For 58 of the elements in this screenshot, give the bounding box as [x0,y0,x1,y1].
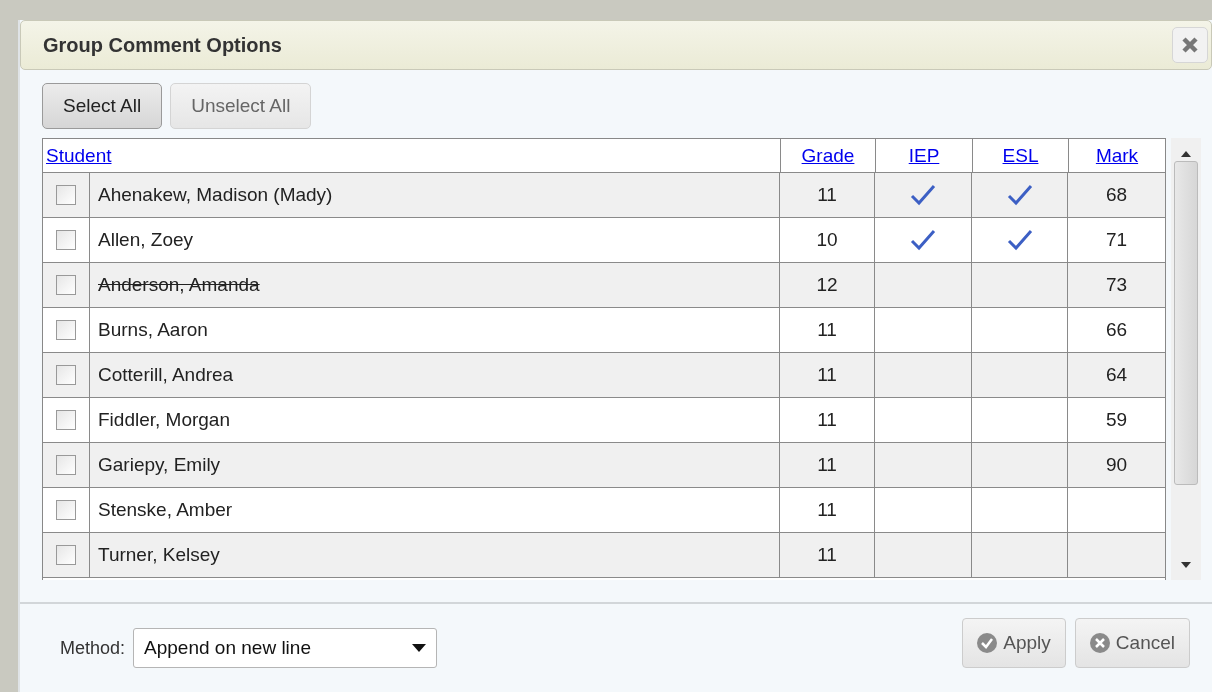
grade-text: 10 [816,229,838,251]
x-circle-icon [1089,633,1110,653]
row-checkbox[interactable] [56,185,76,205]
grade-text: 11 [817,454,837,476]
checkmark-icon [1006,184,1033,206]
column-header-link[interactable]: ESL [1002,144,1039,167]
scroll-up-icon[interactable] [1181,151,1191,157]
mark-text: 68 [1105,184,1128,206]
row-checkbox[interactable] [56,410,76,430]
mark-text: 73 [1105,274,1128,296]
row-checkbox[interactable] [56,320,76,340]
checkmark-icon [910,184,936,206]
mark-text: 64 [1105,364,1128,386]
checkmark-icon [1006,229,1033,251]
apply-button[interactable]: Apply [962,618,1066,668]
cancel-button[interactable]: Cancel [1074,618,1190,668]
student-name: Turner, Kelsey [98,544,220,566]
row-checkbox[interactable] [56,455,76,475]
grade-text: 11 [817,409,837,431]
mark-text: 71 [1105,229,1128,251]
scroll-down-icon[interactable] [1181,562,1191,568]
close-button[interactable] [1172,27,1208,63]
student-name: Allen, Zoey [98,229,194,251]
grade-text: 11 [817,184,837,206]
grade-text: 11 [817,319,837,341]
student-name: Anderson, Amanda [98,274,260,296]
row-checkbox[interactable] [56,230,76,250]
row-checkbox[interactable] [56,275,76,295]
student-name: Ahenakew, Madison (Mady) [98,184,333,206]
method-dropdown[interactable]: Append on new line [133,628,438,668]
student-name: Burns, Aaron [98,319,208,341]
student-name: Cotterill, Andrea [98,364,234,386]
row-checkbox[interactable] [56,500,76,520]
student-name: Fiddler, Morgan [98,409,230,431]
column-header-link[interactable]: Mark [1095,144,1139,167]
scrollbar[interactable] [1171,138,1201,580]
row-checkbox[interactable] [56,545,76,565]
column-header-link[interactable]: IEP [908,144,940,167]
grade-text: 12 [816,274,838,296]
scroll-thumb[interactable] [1174,161,1198,485]
column-header-link[interactable]: Student [46,144,112,167]
grade-text: 11 [817,499,837,521]
close-icon [1181,36,1199,54]
student-name: Gariepy, Emily [98,454,221,476]
row-checkbox[interactable] [56,365,76,385]
select-all-button[interactable]: Select All [42,83,163,129]
mark-text: 66 [1105,319,1128,341]
dropdown-caret-icon [412,644,427,652]
check-circle-icon [977,633,998,653]
mark-text: 59 [1105,409,1128,431]
student-name: Stenske, Amber [98,499,233,521]
checkmark-icon [910,229,936,251]
dialog-title: Group Comment Options [43,33,282,57]
column-header-link[interactable]: Grade [801,144,855,167]
mark-text: 90 [1105,454,1128,476]
grade-text: 11 [817,544,837,566]
grade-text: 11 [817,364,837,386]
method-label: Method: [60,637,126,659]
